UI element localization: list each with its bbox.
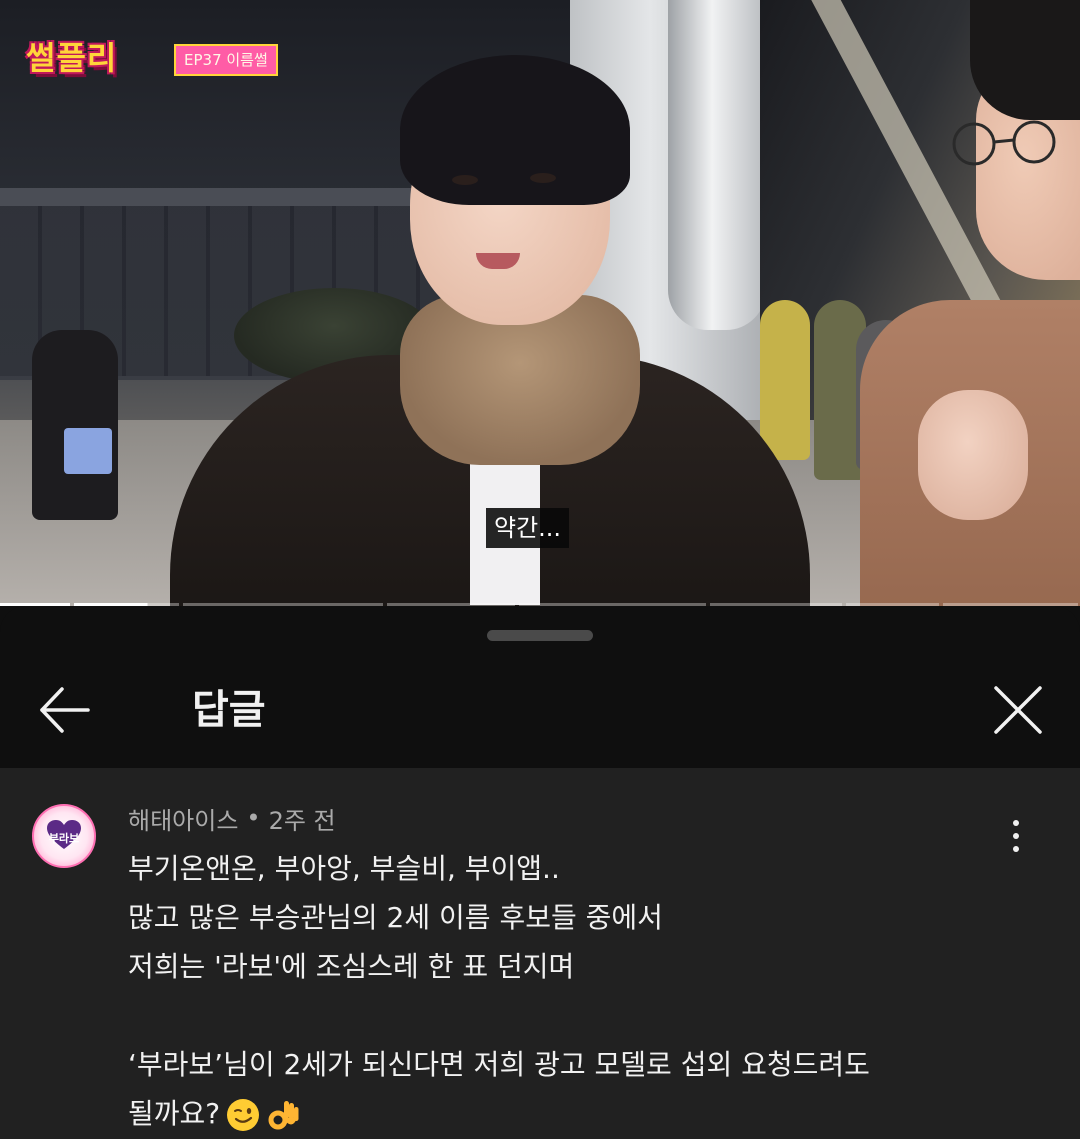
comment-line: 부기온앤온, 부아앙, 부슬비, 부이앱.. [128, 852, 560, 885]
back-button[interactable] [28, 674, 100, 746]
ok-hand-emoji [268, 1101, 299, 1130]
close-icon [994, 686, 1042, 734]
hair [400, 55, 630, 205]
avatar[interactable]: 부라보 [32, 804, 96, 868]
glasses-icon [952, 120, 1056, 166]
right-eye [530, 173, 556, 183]
kebab-dot [1013, 833, 1019, 839]
comment-author[interactable]: 해태아이스 [128, 801, 238, 836]
show-logo: 썰플리 [26, 38, 117, 78]
replies-sheet: 답글 부라보 해태아이스 • 2주 전 부기온앤온, 부아앙, 부슬비, 부이앱… [0, 606, 1080, 1139]
comment: 부라보 해태아이스 • 2주 전 부기온앤온, 부아앙, 부슬비, 부이앱.. … [0, 768, 1080, 1139]
close-button[interactable] [982, 674, 1054, 746]
clasped-hands [918, 390, 1028, 520]
comment-text: 부기온앤온, 부아앙, 부슬비, 부이앱.. 많고 많은 부승관님의 2세 이름… [128, 844, 1028, 1138]
comment-line: ‘부라보’님이 2세가 되신다면 저희 광고 모델로 섭외 요청드려도 [128, 1048, 870, 1081]
avatar-label: 부라보 [48, 832, 80, 845]
meta-separator: • [246, 804, 261, 832]
winking-face-emoji [227, 1099, 260, 1131]
comment-line: 될까요? [128, 1097, 221, 1130]
app-root: 썰플리 EP37 이름썰 약간... 답글 부라보 해태아이스 • 2주 전 부… [0, 0, 1080, 1139]
bystander-bag [64, 428, 112, 474]
comment-line [128, 991, 1028, 1040]
kebab-dot [1013, 820, 1019, 826]
show-logo-text: 썰플리 [26, 39, 118, 77]
video-subtitle: 약간... [486, 508, 570, 548]
bystander [32, 330, 118, 520]
comment-meta: 해태아이스 • 2주 전 [128, 798, 336, 838]
comment-time: 2주 전 [268, 806, 336, 835]
comment-line: 저희는 '라보'에 조심스레 한 표 던지며 [128, 950, 575, 983]
left-eye [452, 175, 478, 185]
drag-handle[interactable] [487, 630, 593, 641]
episode-badge: EP37 이름썰 [174, 44, 278, 76]
comment-last-line: 될까요? [128, 1089, 1028, 1138]
interviewer [860, 0, 1080, 606]
arrow-left-icon [40, 687, 90, 733]
hair [970, 0, 1080, 120]
sheet-title: 답글 [192, 687, 266, 733]
comment-line: 많고 많은 부승관님의 2세 이름 후보들 중에서 [128, 901, 663, 934]
sheet-header: 답글 [0, 646, 1080, 768]
video-player[interactable]: 썰플리 EP37 이름썰 약간... [0, 0, 1080, 606]
